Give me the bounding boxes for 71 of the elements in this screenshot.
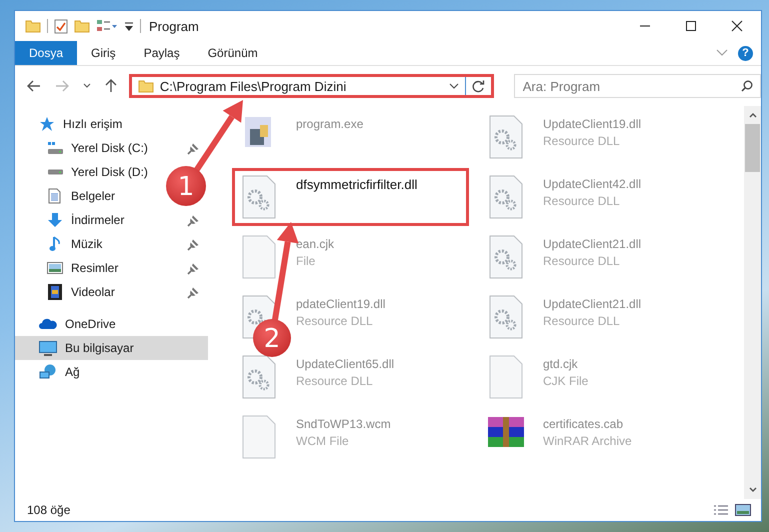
film-strip-icon xyxy=(48,284,62,300)
folder-icon xyxy=(138,79,154,93)
archive-icon xyxy=(486,415,526,449)
address-path: C:\Program Files\Program Dizini xyxy=(160,78,348,94)
details-view-icon[interactable] xyxy=(713,504,729,516)
help-button[interactable]: ? xyxy=(738,46,753,60)
scroll-up-icon[interactable] xyxy=(748,112,756,118)
drive-icon xyxy=(46,169,62,175)
thumbnail-view-icon[interactable] xyxy=(735,504,751,516)
search-field[interactable]: Ara: Program xyxy=(514,74,761,98)
nav-item[interactable]: Belgeler xyxy=(71,189,116,203)
file-type: Resource DLL xyxy=(543,254,620,268)
file-type: Resource DLL xyxy=(543,314,620,328)
ribbon-tab[interactable]: Görünüm xyxy=(194,41,272,65)
properties-icon[interactable] xyxy=(96,19,118,33)
pin-icon[interactable] xyxy=(187,142,200,154)
ribbon-tab[interactable]: Dosya xyxy=(15,41,78,65)
file-type: CJK File xyxy=(543,374,588,388)
nav-item[interactable]: Müzik xyxy=(71,237,200,251)
file-type: File xyxy=(296,254,316,268)
download-arrow-icon xyxy=(46,212,62,228)
nav-item[interactable]: Yerel Disk (C:) xyxy=(71,141,200,155)
ribbon-tab[interactable]: Paylaş xyxy=(130,41,194,65)
maximize-icon[interactable] xyxy=(685,20,697,32)
chevron-down-icon[interactable] xyxy=(82,83,91,89)
nav-item[interactable]: OneDrive xyxy=(65,317,116,331)
callout-number: 2 xyxy=(264,324,280,354)
ribbon-tab[interactable]: Giriş xyxy=(77,41,130,65)
search-icon xyxy=(741,80,753,92)
file-name[interactable]: dfsymmetricfirfilter.dll xyxy=(296,177,418,192)
drive-icon xyxy=(46,141,62,155)
nav-item[interactable]: Bu bilgisayar xyxy=(65,341,134,355)
music-note-icon xyxy=(48,236,60,252)
picture-icon xyxy=(46,262,62,274)
network-icon xyxy=(39,364,57,380)
file-type: Resource DLL xyxy=(296,374,373,388)
checklist-icon[interactable] xyxy=(54,18,68,34)
nav-item[interactable]: Yerel Disk (D:) xyxy=(71,165,148,179)
file-type: WCM File xyxy=(296,434,349,448)
callout-number: 1 xyxy=(178,172,194,202)
window-title: Program xyxy=(149,18,199,34)
pin-icon[interactable] xyxy=(187,214,200,226)
nav-item[interactable]: Ağ xyxy=(65,365,80,379)
monitor-icon xyxy=(39,340,57,356)
file-type: Resource DLL xyxy=(543,194,620,208)
scroll-thumb[interactable] xyxy=(745,124,760,172)
pin-icon[interactable] xyxy=(187,262,200,274)
scrollbar[interactable] xyxy=(744,106,761,499)
close-icon[interactable] xyxy=(731,20,743,32)
chevron-down-icon[interactable] xyxy=(448,82,459,90)
file-type: Resource DLL xyxy=(296,314,373,328)
file-type: Resource DLL xyxy=(543,134,620,148)
nav-item[interactable]: Hızlı erişim xyxy=(63,117,122,131)
pin-icon[interactable] xyxy=(187,286,200,298)
document-icon xyxy=(48,188,61,204)
file-type: WinRAR Archive xyxy=(543,434,632,448)
dropdown-icon[interactable] xyxy=(124,20,134,32)
nav-item[interactable]: Resimler xyxy=(71,261,200,275)
refresh-icon[interactable] xyxy=(472,80,485,92)
star-icon xyxy=(39,116,55,132)
item-count: 108 öğe xyxy=(27,503,70,517)
number-badge xyxy=(166,166,206,206)
nav-item[interactable]: İndirmeler xyxy=(71,213,200,227)
pin-icon[interactable] xyxy=(187,238,200,250)
up-arrow-icon[interactable] xyxy=(104,79,117,93)
address-field[interactable]: C:\Program Files\Program Dizini xyxy=(128,74,494,98)
cloud-icon xyxy=(39,318,57,330)
scroll-down-icon[interactable] xyxy=(748,487,756,493)
nav-item[interactable]: Videolar xyxy=(71,285,200,299)
number-badge xyxy=(253,319,291,357)
back-arrow-icon[interactable] xyxy=(27,80,41,92)
